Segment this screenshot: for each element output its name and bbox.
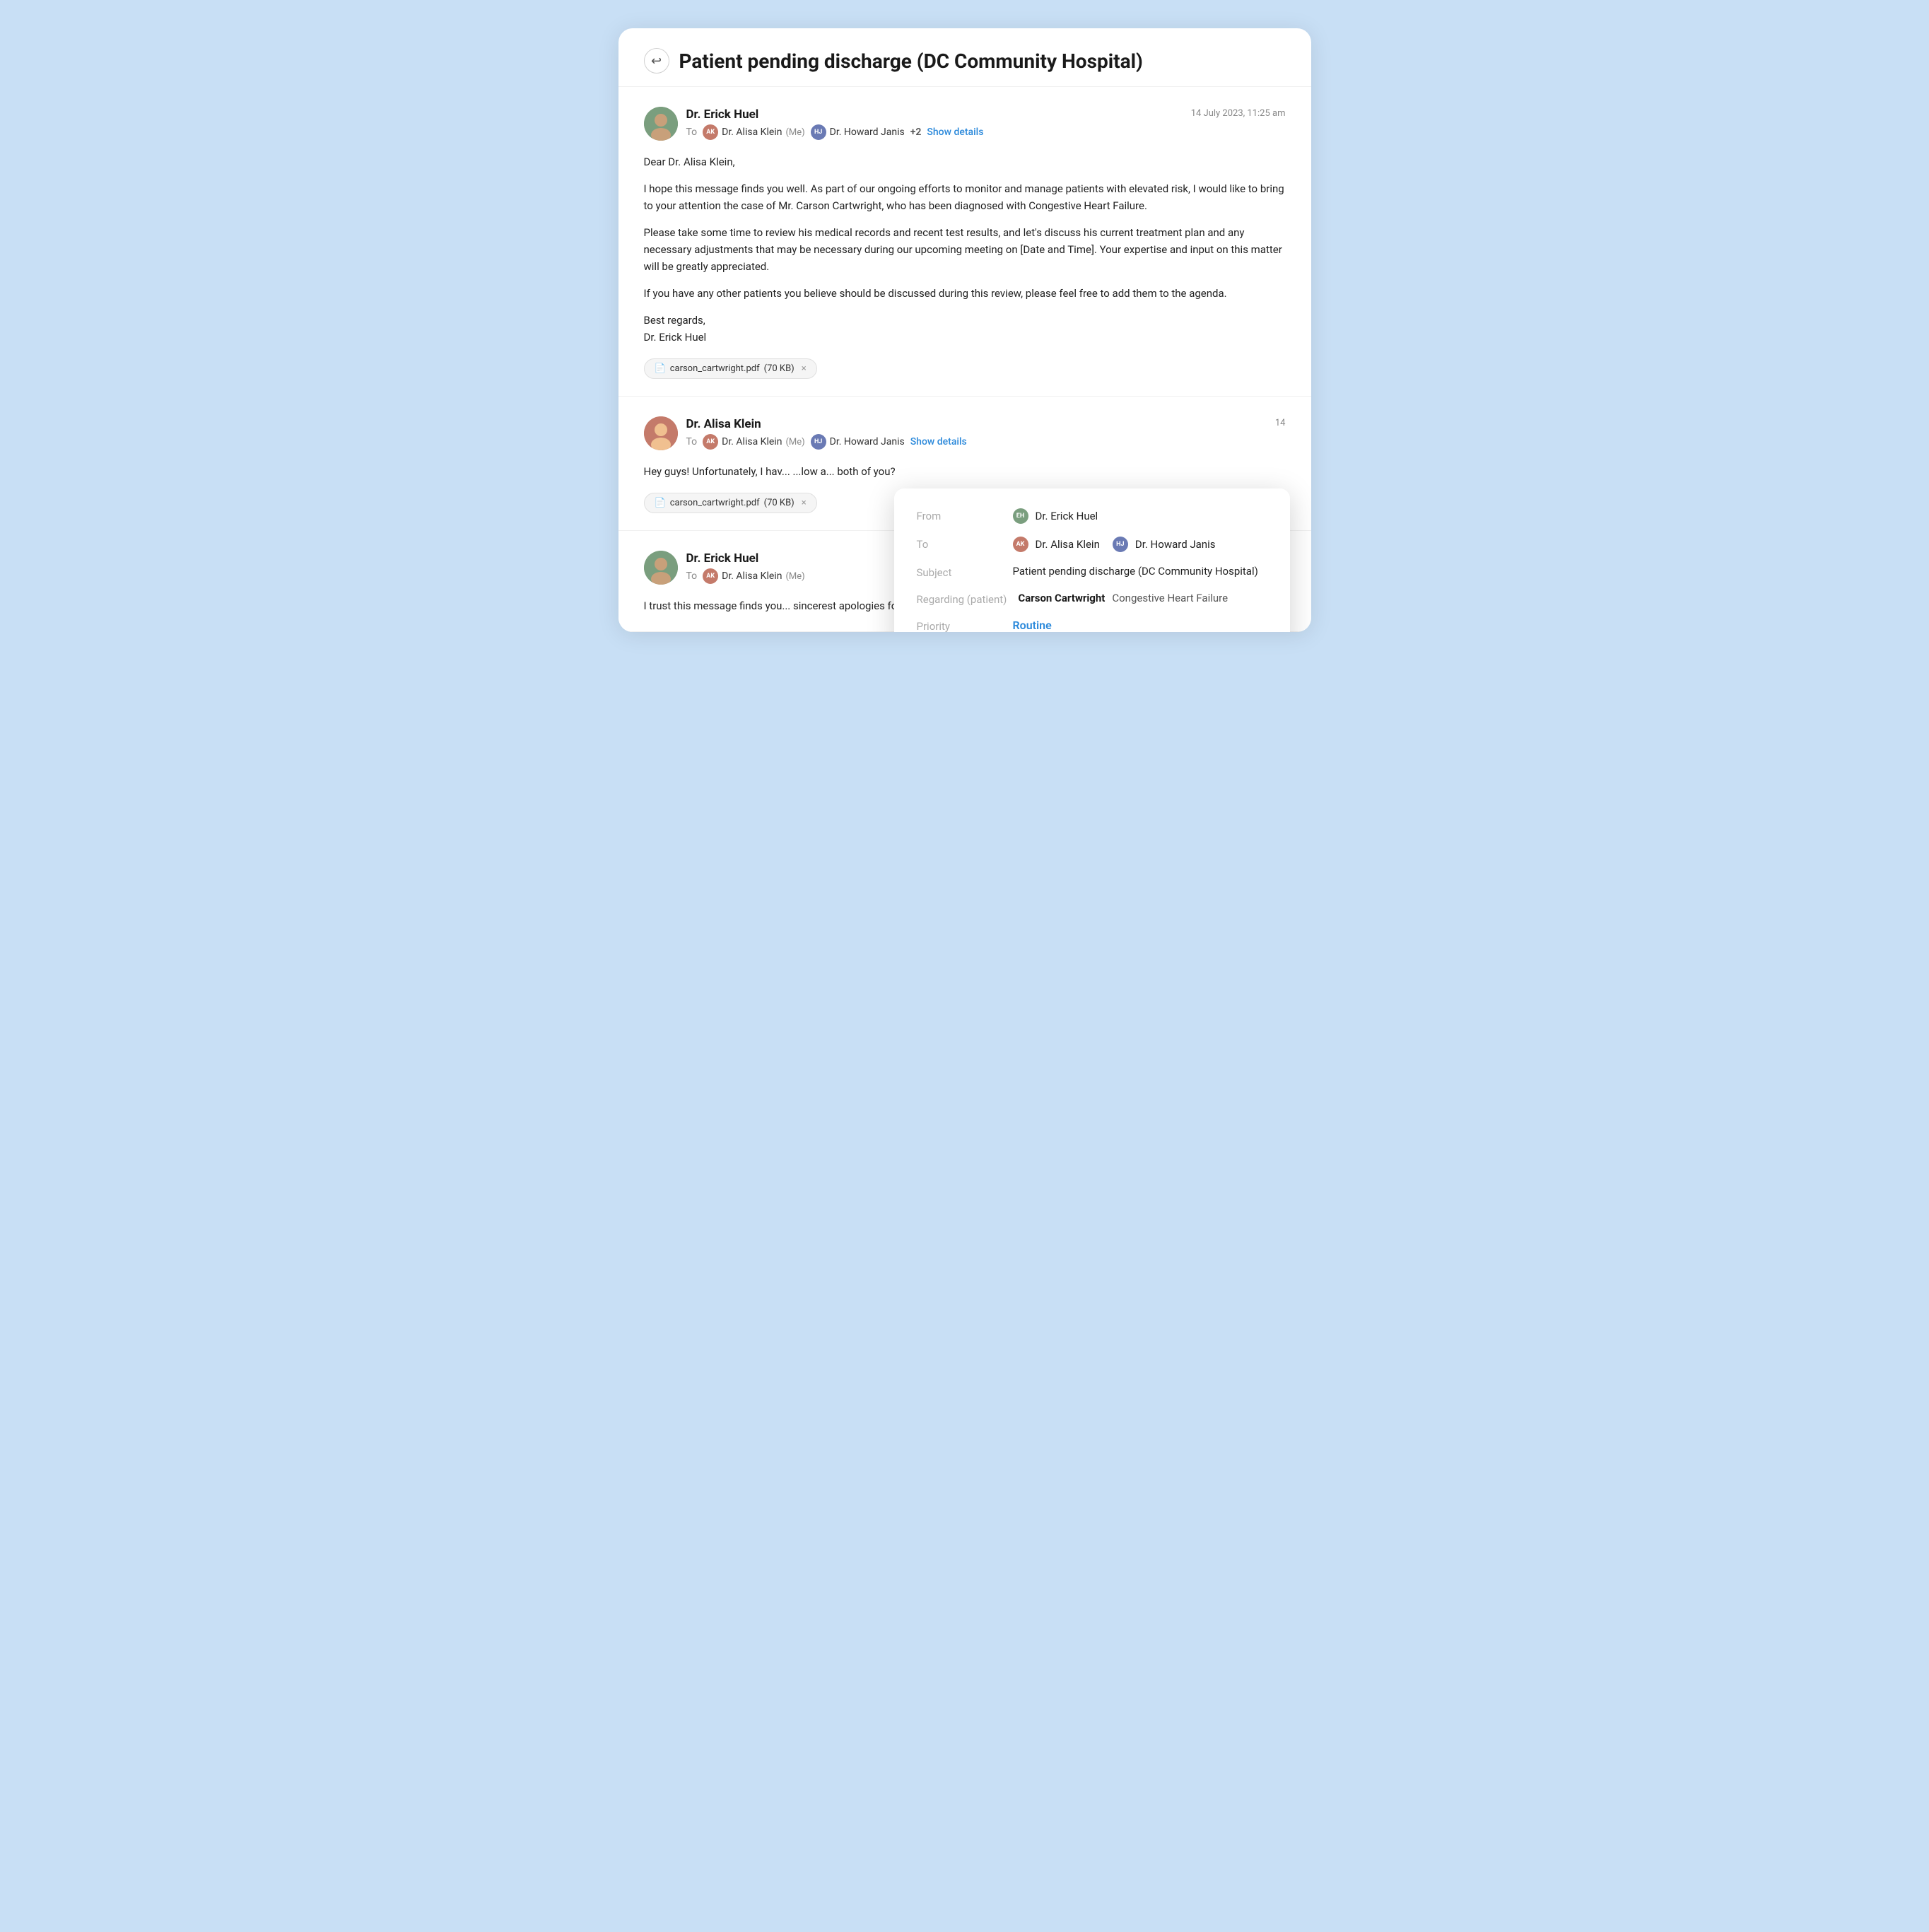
body-para-1-0: Dear Dr. Alisa Klein, [644,153,1286,170]
body-para-1-1: I hope this message finds you well. As p… [644,180,1286,214]
details-popup: From EH Dr. Erick Huel To AK Dr. Alisa K… [894,488,1290,632]
back-button[interactable]: ↩ [644,48,669,74]
sender-row-1: Dr. Erick Huel To AK Dr. Alisa Klein (Me… [644,107,984,141]
message-card-2: Dr. Alisa Klein To AK Dr. Alisa Klein (M… [618,397,1311,531]
recipient-chip-howard-2: HJ Dr. Howard Janis [811,434,905,450]
plus-count-1: +2 [910,127,922,138]
body-para-1-3: If you have any other patients you belie… [644,285,1286,302]
main-container: ↩ Patient pending discharge (DC Communit… [618,28,1311,632]
show-details-link-1[interactable]: Show details [927,127,983,138]
body-para-1-2: Please take some time to review his medi… [644,224,1286,275]
popup-to-avatar-howard: HJ [1113,537,1128,552]
avatar-erick-1 [644,107,678,141]
popup-patient-name: Carson Cartwright [1018,592,1105,604]
attachment-row-1: 📄 carson_cartwright.pdf (70 KB) × [644,358,1286,379]
to-label-2: To [686,436,698,447]
popup-from-label: From [917,508,1002,522]
popup-priority-routine: Routine [1013,619,1052,632]
attachment-name-1: carson_cartwright.pdf [670,363,760,374]
me-label-3: (Me) [785,571,804,582]
attachment-chip-1[interactable]: 📄 carson_cartwright.pdf (70 KB) × [644,358,817,379]
sender-info-1: Dr. Erick Huel To AK Dr. Alisa Klein (Me… [686,107,984,140]
message-body-2: Hey guys! Unfortunately, I hav... ...low… [644,463,1286,480]
recipient-avatar-alisa-3: AK [703,568,718,584]
body-para-2-0: Hey guys! Unfortunately, I hav... ...low… [644,463,1286,480]
recipient-name-howard: Dr. Howard Janis [830,127,905,138]
popup-to-name-howard: Dr. Howard Janis [1135,538,1216,551]
recipient-chip-alisa-2: AK Dr. Alisa Klein (Me) [703,434,804,450]
message-header-2: Dr. Alisa Klein To AK Dr. Alisa Klein (M… [644,416,1286,450]
recipient-chip-alisa-3: AK Dr. Alisa Klein (Me) [703,568,804,584]
body-para-1-4: Best regards,Dr. Erick Huel [644,312,1286,346]
recipient-avatar-howard: HJ [811,124,826,140]
popup-priority-value: Routine [1013,619,1052,632]
recipient-name-alisa: Dr. Alisa Klein [722,127,782,138]
popup-from-value: EH Dr. Erick Huel [1013,508,1098,524]
message-body-1: Dear Dr. Alisa Klein, I hope this messag… [644,153,1286,346]
to-label-3: To [686,570,698,582]
popup-from-name: Dr. Erick Huel [1036,510,1098,522]
popup-regarding-row: Regarding (patient) Carson Cartwright Co… [917,592,1267,606]
attachment-chip-2[interactable]: 📄 carson_cartwright.pdf (70 KB) × [644,493,817,513]
sender-row-3: Dr. Erick Huel To AK Dr. Alisa Klein (Me… [644,551,805,585]
recipient-chip-howard-1: HJ Dr. Howard Janis [811,124,905,140]
recipients-row-2: To AK Dr. Alisa Klein (Me) HJ Dr. Howard… [686,434,967,450]
sender-name-2: Dr. Alisa Klein [686,417,967,431]
recipient-avatar-alisa-2: AK [703,434,718,450]
sender-name-1: Dr. Erick Huel [686,107,984,122]
recipient-name-alisa-2: Dr. Alisa Klein [722,436,782,447]
recipient-name-alisa-3: Dr. Alisa Klein [722,570,782,582]
page-header: ↩ Patient pending discharge (DC Communit… [618,28,1311,87]
attachment-close-2[interactable]: × [802,498,807,508]
recipient-avatar-howard-2: HJ [811,434,826,450]
recipients-row-3: To AK Dr. Alisa Klein (Me) [686,568,805,584]
message-card-1: Dr. Erick Huel To AK Dr. Alisa Klein (Me… [618,87,1311,397]
popup-subject-label: Subject [917,565,1002,579]
show-details-link-2[interactable]: Show details [910,436,967,447]
sender-info-2: Dr. Alisa Klein To AK Dr. Alisa Klein (M… [686,417,967,450]
sender-info-3: Dr. Erick Huel To AK Dr. Alisa Klein (Me… [686,551,805,584]
me-label-2: (Me) [785,437,804,447]
message-header-1: Dr. Erick Huel To AK Dr. Alisa Klein (Me… [644,107,1286,141]
popup-regarding-label: Regarding (patient) [917,592,1007,606]
sender-name-3: Dr. Erick Huel [686,551,805,566]
page-title: Patient pending discharge (DC Community … [679,49,1143,73]
popup-to-label: To [917,537,1002,551]
recipient-chip-alisa-1: AK Dr. Alisa Klein (Me) [703,124,804,140]
me-label-1: (Me) [785,127,804,138]
popup-from-row: From EH Dr. Erick Huel [917,508,1267,524]
popup-priority-row: Priority Routine [917,619,1267,632]
popup-subject-row: Subject Patient pending discharge (DC Co… [917,565,1267,579]
popup-to-avatar-alisa: AK [1013,537,1028,552]
to-label-1: To [686,127,698,138]
attachment-name-2: carson_cartwright.pdf [670,498,760,508]
popup-priority-label: Priority [917,619,1002,632]
popup-to-row: To AK Dr. Alisa Klein HJ Dr. Howard Jani… [917,537,1267,552]
recipient-avatar-alisa: AK [703,124,718,140]
timestamp-1: 14 July 2023, 11:25 am [1191,108,1286,119]
sender-row-2: Dr. Alisa Klein To AK Dr. Alisa Klein (M… [644,416,967,450]
popup-from-avatar: EH [1013,508,1028,524]
messages-list: Dr. Erick Huel To AK Dr. Alisa Klein (Me… [618,87,1311,632]
popup-to-value: AK Dr. Alisa Klein HJ Dr. Howard Janis [1013,537,1216,552]
avatar-alisa-2 [644,416,678,450]
pdf-icon-1: 📄 [655,363,666,374]
timestamp-2: 14 [1275,418,1286,428]
popup-regarding-value: Carson Cartwright Congestive Heart Failu… [1018,592,1228,604]
popup-to-name-alisa: Dr. Alisa Klein [1036,538,1100,551]
recipients-row-1: To AK Dr. Alisa Klein (Me) HJ Dr. Howard… [686,124,984,140]
avatar-erick-3 [644,551,678,585]
attachment-size-1: (70 KB) [764,363,795,374]
recipient-name-howard-2: Dr. Howard Janis [830,436,905,447]
attachment-close-1[interactable]: × [802,363,807,374]
popup-subject-value: Patient pending discharge (DC Community … [1013,565,1258,578]
popup-condition: Congestive Heart Failure [1112,592,1228,604]
pdf-icon-2: 📄 [655,498,666,508]
attachment-size-2: (70 KB) [764,498,795,508]
